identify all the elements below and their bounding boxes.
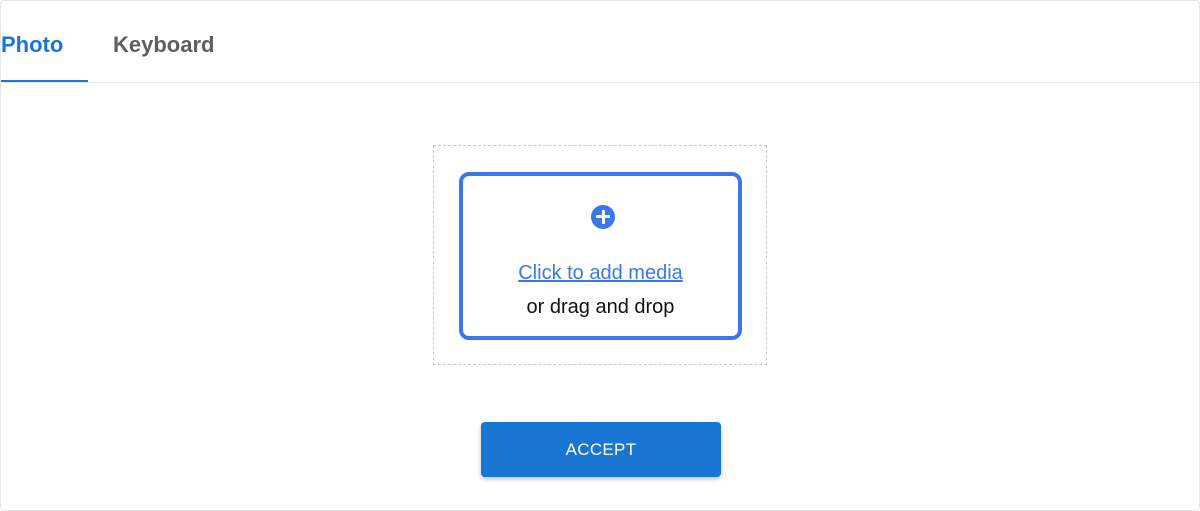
tab-keyboard[interactable]: Keyboard xyxy=(113,1,214,82)
tab-keyboard-label: Keyboard xyxy=(113,32,215,57)
tab-photo[interactable]: Photo xyxy=(1,1,88,82)
tab-photo-label: Photo xyxy=(1,32,64,57)
media-dialog: Photo Keyboard Click to add media or dra… xyxy=(0,0,1200,511)
accept-button[interactable]: ACCEPT xyxy=(481,422,721,477)
media-dropzone[interactable]: Click to add media or drag and drop xyxy=(459,172,742,340)
drag-drop-hint: or drag and drop xyxy=(526,296,675,318)
active-tab-indicator xyxy=(1,80,88,82)
tab-bar: Photo Keyboard xyxy=(1,1,1199,83)
add-media-link[interactable]: Click to add media xyxy=(463,262,738,285)
plus-circle-icon[interactable] xyxy=(591,205,615,229)
